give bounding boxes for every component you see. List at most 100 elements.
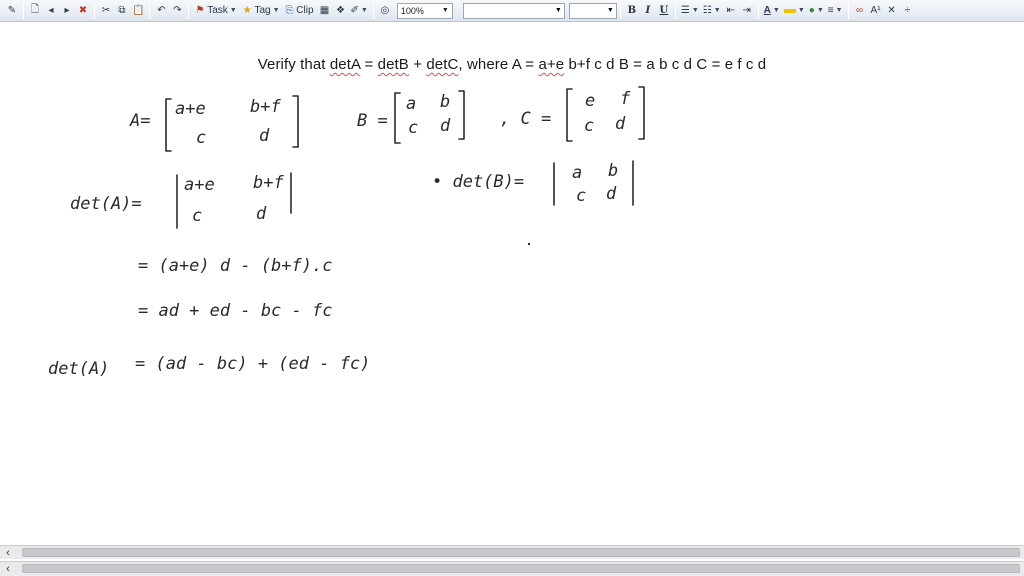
chevron-down-icon: ▼ [360, 7, 368, 14]
matrix-a-r2c1: c [196, 128, 206, 148]
handwriting-canvas: A= a+e b+f c d B = a b c d , C = e f c d… [48, 86, 645, 379]
toolbar-separator [372, 2, 374, 19]
matrix-b-label: B = [357, 111, 388, 131]
toolbar-separator [619, 2, 621, 19]
bullet-list-icon[interactable]: ☰ ▼ [679, 2, 701, 20]
redo-icon[interactable]: ↷ [169, 2, 185, 20]
italic-button[interactable]: I [640, 2, 656, 20]
matrix-c-left-bracket [566, 88, 573, 142]
zoom-select[interactable]: 100% ▼ [396, 2, 453, 19]
chevron-down-icon: ▼ [606, 7, 614, 14]
undo-icon[interactable]: ↶ [153, 2, 169, 20]
draw-icon[interactable]: ✐ ▼ [349, 2, 370, 20]
tag-button[interactable]: ★ Tag ▼ [240, 2, 283, 20]
scrollbar-thumb[interactable] [22, 564, 1020, 573]
new-page-icon[interactable]: 🗋 [27, 2, 43, 20]
font-color-button[interactable]: A ▼ [762, 2, 782, 20]
chevron-down-icon: ▼ [554, 7, 562, 14]
task-label: Task [207, 5, 228, 16]
chevron-down-icon: ▼ [772, 7, 780, 14]
toolbar-separator [149, 2, 151, 19]
back-arrow-icon[interactable]: ◂ [43, 2, 59, 20]
font-color-letter: A [763, 5, 771, 16]
det-b-label: • det(B)= [432, 172, 524, 192]
numbered-list-icon[interactable]: ☷ ▼ [701, 2, 723, 20]
chevron-down-icon: ▼ [272, 7, 280, 14]
toolbar-separator [847, 2, 849, 19]
horizontal-scrollbar-lower[interactable]: ‹ [0, 561, 1024, 576]
fill-color-button[interactable]: ● ▼ [807, 2, 826, 20]
matrix-b-r2c2: d [440, 116, 451, 136]
text-size-button[interactable]: A¹ [868, 2, 884, 20]
matrix-b-left-bracket [394, 92, 401, 144]
det-b-r1c2: b [608, 161, 618, 181]
note-page[interactable]: Verify that detA = detB + detC, where A … [0, 23, 1024, 544]
highlighter-button[interactable]: ▼ [782, 2, 807, 20]
det-a-r2c2: d [256, 204, 267, 224]
expansion-line-2: = ad + ed - bc - fc [138, 301, 332, 321]
chevron-down-icon: ▼ [713, 7, 721, 14]
matrix-a-r1c1: a+e [175, 99, 206, 119]
zoom-value: 100% [400, 5, 424, 16]
det-a-label: det(A)= [70, 194, 142, 214]
chevron-down-icon: ▼ [691, 7, 699, 14]
highlighter-icon [783, 8, 796, 13]
det-a-r1c2: b+f [253, 173, 284, 193]
font-family-select[interactable]: ▼ [462, 2, 565, 19]
delete-icon[interactable]: ✖ [75, 2, 91, 20]
matrix-b-r1c1: a [406, 94, 416, 114]
pen-icon[interactable]: ✎ [4, 2, 20, 20]
line-style-icon: ≡ [827, 5, 834, 16]
matrix-b-r2c1: c [408, 118, 418, 138]
bold-button[interactable]: B [624, 2, 640, 20]
increase-indent-icon[interactable]: ⇥ [739, 2, 755, 20]
matrix-c-r2c2: d [615, 114, 626, 134]
paste-icon[interactable]: 📋 [130, 2, 146, 20]
scrollbar-thumb[interactable] [22, 548, 1020, 557]
horizontal-scrollbar-upper[interactable]: ‹ [0, 545, 1024, 559]
matrix-b-right-bracket [458, 90, 465, 140]
expansion-line-3-label: det(A) [48, 359, 109, 379]
clear-formatting-icon[interactable]: ✕ [884, 2, 900, 20]
cut-icon[interactable]: ✂ [98, 2, 114, 20]
task-button[interactable]: ⚑ Task ▼ [192, 2, 239, 20]
matrix-a-right-bracket [292, 95, 299, 148]
matrix-c-right-bracket [638, 86, 645, 140]
zoom-icon[interactable]: ◎ [377, 2, 393, 20]
chevron-down-icon: ▼ [835, 7, 843, 14]
chevron-down-icon: ▼ [797, 7, 805, 14]
stray-dot [527, 242, 531, 246]
copy-icon[interactable]: ⧉ [114, 2, 130, 20]
chevron-down-icon: ▼ [229, 7, 237, 14]
chevron-down-icon: ▼ [441, 7, 449, 14]
star-icon: ★ [242, 5, 252, 16]
line-style-button[interactable]: ≡ ▼ [826, 2, 845, 20]
expansion-line-1: = (a+e) d - (b+f).c [138, 256, 332, 276]
divide-icon[interactable]: ÷ [900, 2, 916, 20]
scroll-left-icon[interactable]: ‹ [2, 546, 14, 559]
det-a-r2c1: c [192, 206, 202, 226]
chevron-down-icon: ▼ [816, 7, 824, 14]
link-icon[interactable]: ∞ [852, 2, 868, 20]
matrix-b-r1c2: b [440, 92, 450, 112]
toolbar-separator [757, 2, 759, 19]
forward-arrow-icon[interactable]: ▸ [59, 2, 75, 20]
fill-color-icon: ● [808, 5, 815, 16]
matrix-c-r1c2: f [620, 89, 631, 109]
matrix-c-label: , C = [500, 109, 551, 129]
matrix-a-r2c2: d [259, 126, 270, 146]
toolbar-separator [674, 2, 676, 19]
det-b-r1c1: a [572, 163, 582, 183]
clip-button[interactable]: ⎘ Clip [283, 2, 317, 20]
tag-label: Tag [254, 5, 271, 16]
underline-button[interactable]: U [656, 2, 672, 20]
scroll-left-icon[interactable]: ‹ [2, 562, 14, 575]
font-size-select[interactable]: ▼ [568, 2, 617, 19]
decrease-indent-icon[interactable]: ⇤ [723, 2, 739, 20]
matrix-c-r2c1: c [584, 116, 594, 136]
graphics-icon[interactable]: ❖ [333, 2, 349, 20]
table-icon[interactable]: ▦ [317, 2, 333, 20]
det-a-r1c1: a+e [184, 175, 215, 195]
det-b-r2c2: d [606, 184, 617, 204]
expansion-line-3: = (ad - bc) + (ed - fc) [135, 354, 370, 374]
